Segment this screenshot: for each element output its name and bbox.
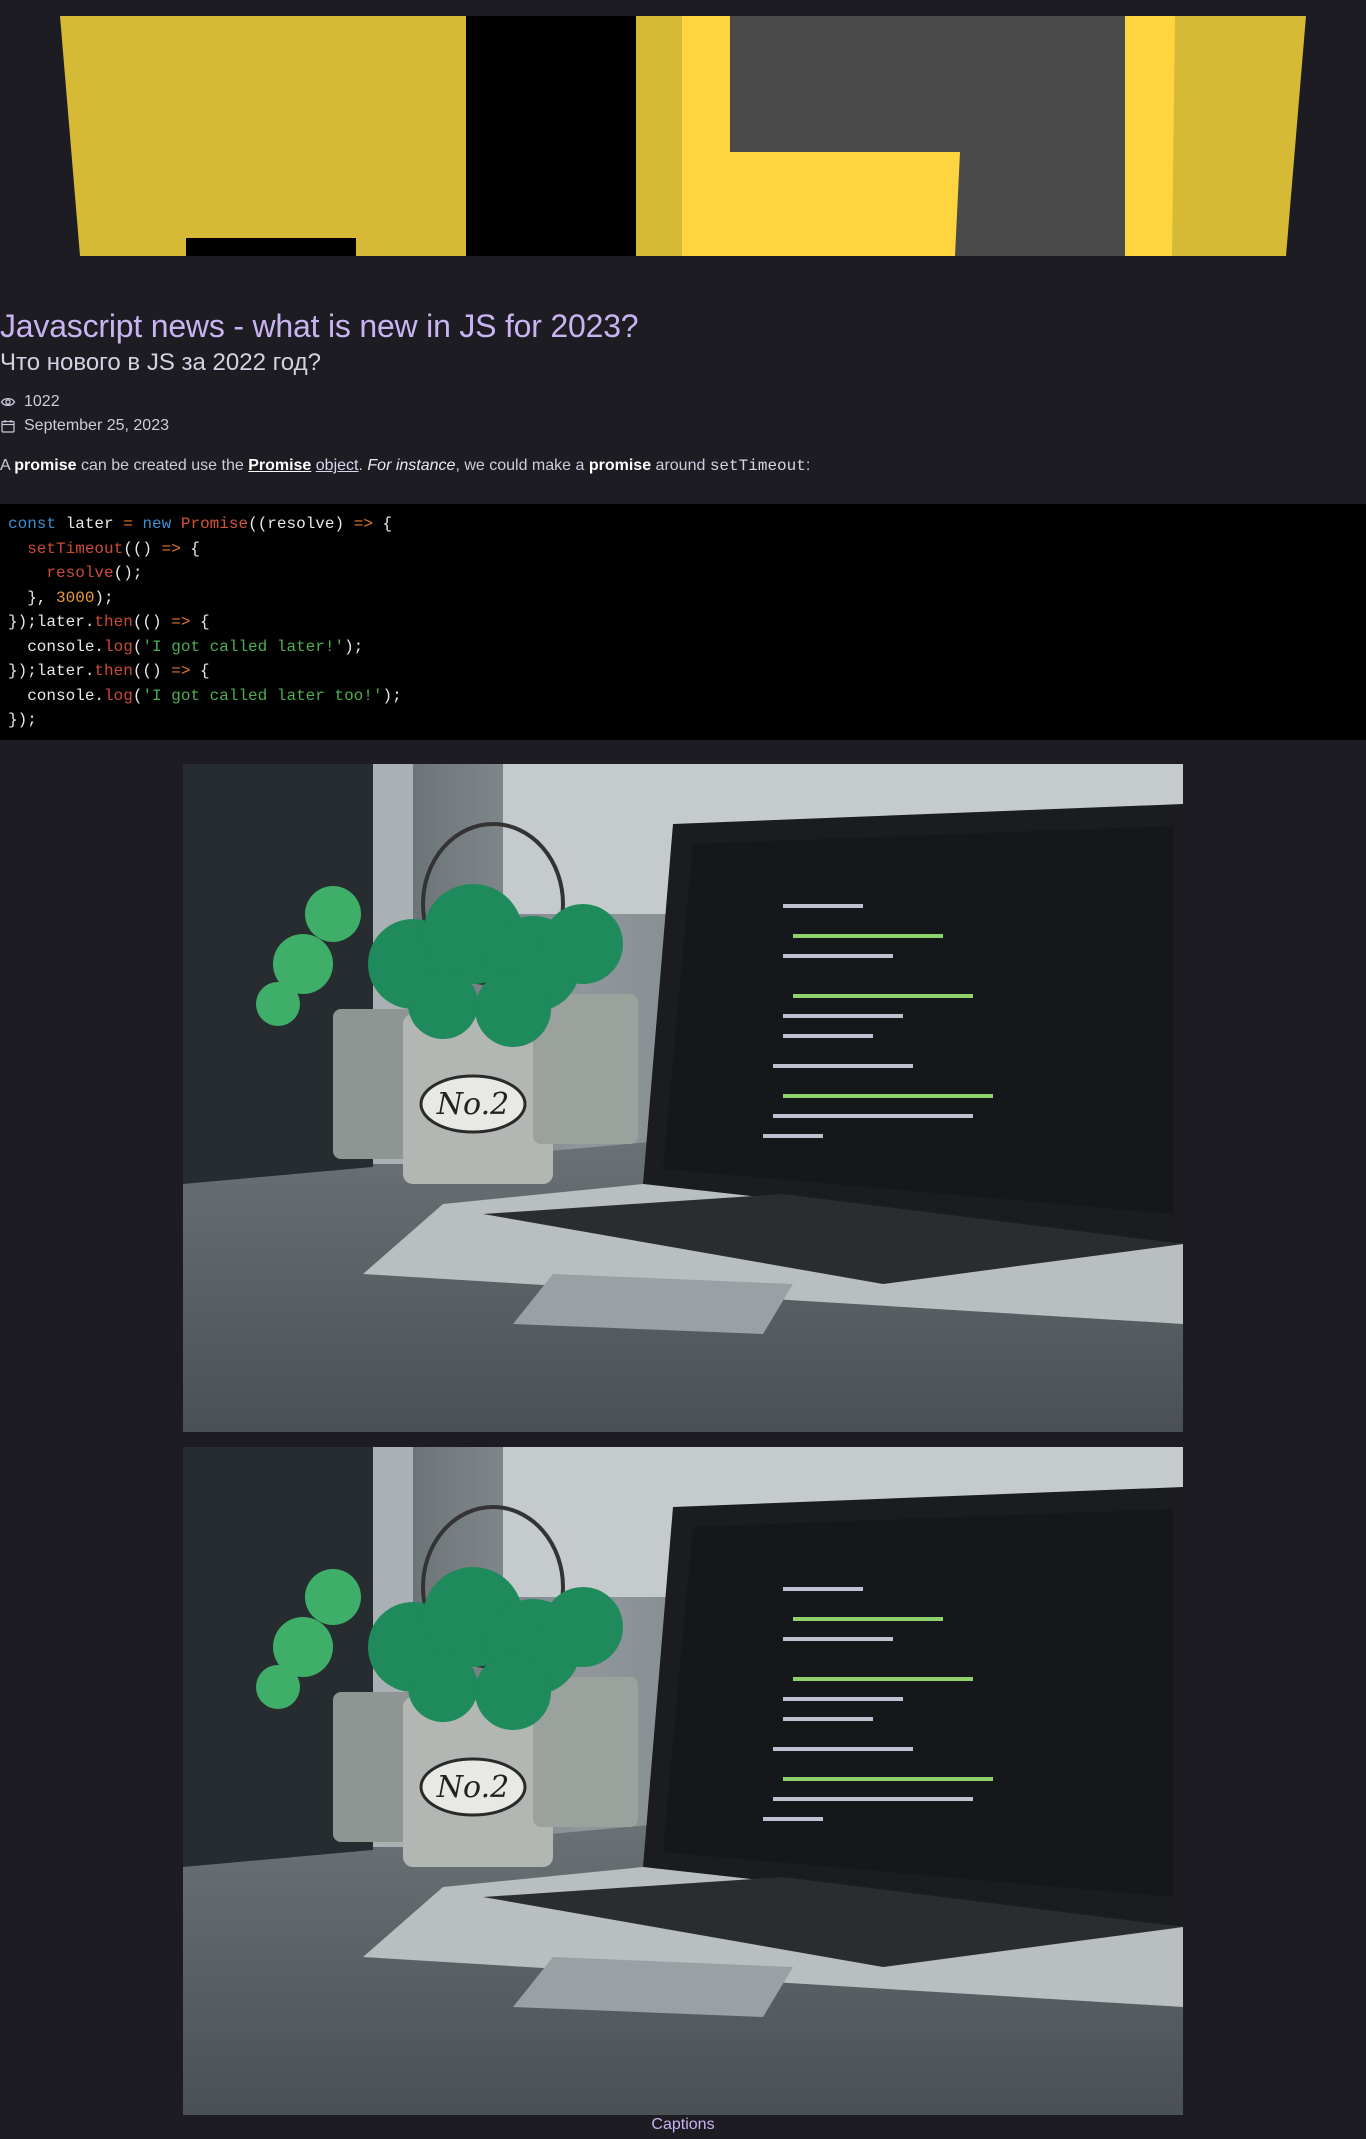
code-line: resolve(); — [46, 564, 143, 582]
object-link[interactable]: object — [316, 457, 359, 474]
hero-banner-image — [60, 16, 1306, 256]
para-bold-promise: promise — [588, 457, 652, 474]
publish-date: September 25, 2023 — [0, 415, 169, 437]
para-text: , we could make a — [455, 457, 585, 474]
js-logo-illustration — [60, 16, 1306, 256]
date-value: September 25, 2023 — [24, 417, 169, 434]
para-text: . — [358, 457, 363, 474]
promise-link[interactable]: Promise — [248, 457, 311, 474]
eye-icon — [0, 397, 16, 407]
code-line: }, 3000); — [8, 588, 114, 607]
code-line: const later = new Promise((resolve) => { — [8, 515, 393, 533]
para-text: A — [0, 457, 10, 474]
pot-label: No.2 — [436, 1770, 509, 1805]
code-line: console.log('I got called later too!'); — [8, 686, 402, 705]
code-content: const later = new Promise((resolve) => {… — [8, 512, 1358, 733]
code-line: console.log('I got called later!'); — [8, 637, 364, 656]
code-line: setTimeout(() => { — [27, 539, 201, 558]
article-photo: No.2 — [183, 1447, 1183, 2115]
para-bold-promise: promise — [14, 457, 77, 474]
article-photo: No.2 — [183, 764, 1183, 1432]
para-text: around — [655, 457, 706, 474]
code-line: });later.then(() => { — [8, 613, 210, 631]
code-line: });later.then(() => { — [8, 662, 210, 680]
views-value: 1022 — [24, 393, 60, 410]
article-title: Javascript news - what is new in JS for … — [0, 308, 639, 344]
code-line: }); — [8, 711, 37, 729]
laptop-photo: No.2 — [183, 1447, 1183, 2115]
inline-code: setTimeout — [709, 457, 806, 475]
para-text: : — [805, 457, 811, 474]
article-subtitle: Что нового в JS за 2022 год? — [0, 349, 321, 376]
calendar-icon — [1, 420, 15, 433]
intro-paragraph: A promise can be created use the Promise… — [0, 454, 810, 478]
code-block[interactable]: const later = new Promise((resolve) => {… — [0, 504, 1366, 740]
views-count: 1022 — [0, 391, 60, 413]
article-page: Javascript news - what is new in JS for … — [0, 0, 1366, 2139]
para-italic: For instance — [367, 457, 456, 474]
image-caption: Captions — [651, 2116, 715, 2133]
para-text: can be created use the — [80, 457, 244, 474]
pot-label: No.2 — [436, 1087, 509, 1122]
laptop-photo: No.2 — [183, 764, 1183, 1432]
